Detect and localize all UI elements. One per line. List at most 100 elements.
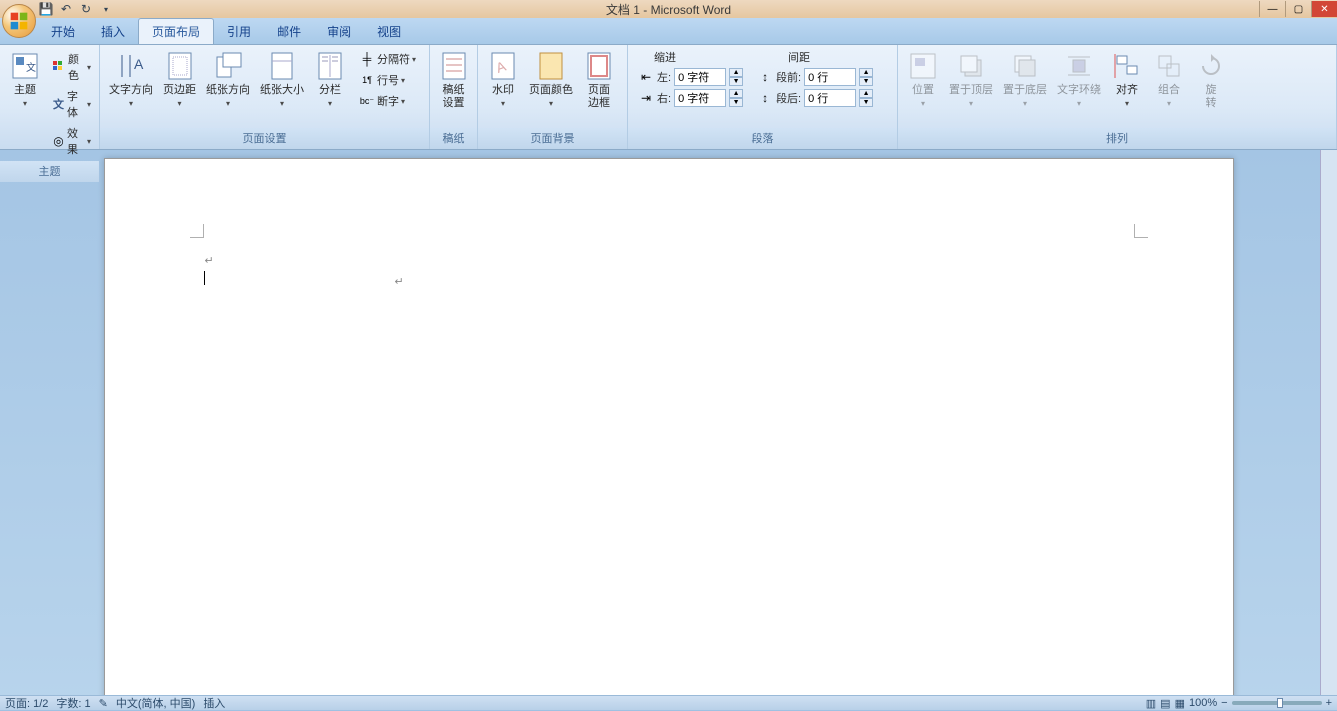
theme-colors-button[interactable]: 颜色 ▾ (48, 49, 95, 85)
indent-right-up[interactable]: ▲ (729, 89, 743, 98)
group-objects-button[interactable]: 组合▾ (1148, 47, 1190, 113)
bring-front-button[interactable]: 置于顶层 ▾ (944, 47, 998, 113)
chevron-down-icon: ▾ (969, 99, 973, 108)
space-after-down[interactable]: ▼ (859, 98, 873, 107)
text-direction-button[interactable]: A 文字方向▾ (104, 47, 158, 113)
indent-right-down[interactable]: ▼ (729, 98, 743, 107)
tab-page-layout[interactable]: 页面布局 (138, 18, 214, 44)
status-spellcheck-icon[interactable]: ✎ (99, 697, 108, 710)
page-color-button[interactable]: 页面颜色▾ (524, 47, 578, 113)
document-page[interactable]: ↵ ↵ (104, 158, 1234, 695)
paragraph-mark: ↵ (395, 275, 404, 288)
zoom-thumb[interactable] (1277, 698, 1283, 708)
vertical-scrollbar[interactable] (1320, 150, 1337, 695)
zoom-level[interactable]: 100% (1189, 697, 1217, 709)
page-size-icon (269, 51, 295, 81)
zoom-in-button[interactable]: + (1326, 697, 1332, 709)
zoom-slider[interactable] (1232, 701, 1322, 705)
rotate-icon (1197, 52, 1225, 80)
status-words[interactable]: 字数: 1 (56, 695, 90, 711)
page-color-label: 页面颜色 (529, 84, 573, 96)
rotate-button[interactable]: 旋 转 (1190, 47, 1232, 113)
minimize-button[interactable]: — (1259, 1, 1285, 17)
document-area[interactable]: ↵ ↵ (0, 150, 1337, 695)
manuscript-button[interactable]: 稿纸 设置 (433, 47, 475, 113)
page-borders-icon (586, 51, 612, 81)
chevron-down-icon: ▾ (226, 99, 230, 108)
align-button[interactable]: 对齐▾ (1106, 47, 1148, 113)
close-button[interactable]: ✕ (1311, 1, 1337, 17)
page-borders-button[interactable]: 页面 边框 (578, 47, 620, 113)
watermark-button[interactable]: A 水印▾ (482, 47, 524, 113)
space-after-up[interactable]: ▲ (859, 89, 873, 98)
orientation-button[interactable]: 纸张方向▾ (201, 47, 255, 113)
status-mode[interactable]: 插入 (203, 695, 225, 711)
text-wrap-button[interactable]: 文字环绕▾ (1052, 47, 1106, 113)
themes-button[interactable]: 文 主题▾ (4, 47, 46, 113)
margin-guide-tr (1134, 224, 1148, 238)
status-language[interactable]: 中文(简体, 中国) (116, 695, 195, 711)
tab-home[interactable]: 开始 (38, 19, 88, 44)
watermark-label: 水印 (492, 84, 514, 96)
send-back-button[interactable]: 置于底层▾ (998, 47, 1052, 113)
chevron-down-icon: ▾ (501, 99, 505, 108)
chevron-down-icon: ▾ (87, 100, 91, 109)
columns-button[interactable]: 分栏▾ (309, 47, 351, 113)
status-page[interactable]: 页面: 1/2 (5, 695, 48, 711)
group-paragraph: 缩进 间距 ⇤ 左: ▲▼ ⇥ 右: ▲▼ (628, 45, 898, 149)
group-manuscript: 稿纸 设置 稿纸 (430, 45, 478, 149)
line-numbers-button[interactable]: 1¶ 行号 ▾ (355, 70, 420, 90)
bring-front-label: 置于顶层 (949, 84, 993, 96)
send-back-icon (1011, 52, 1039, 80)
space-after-label: 段后: (776, 90, 801, 106)
text-direction-icon: A (116, 51, 146, 81)
margins-button[interactable]: 页边距▾ (158, 47, 201, 113)
maximize-button[interactable]: ▢ (1285, 1, 1311, 17)
page-color-icon (538, 51, 564, 81)
indent-left-up[interactable]: ▲ (729, 68, 743, 77)
group-theme: 文 主题▾ 颜色 ▾ 文 字体 ▾ ◎ 效果 ▾ (0, 45, 100, 149)
indent-right-icon: ⇥ (638, 90, 654, 106)
indent-header: 缩进 (654, 49, 676, 65)
group-arrange: 位置▾ 置于顶层 ▾ 置于底层▾ 文字环绕▾ 对齐▾ 组合▾ (898, 45, 1337, 149)
theme-fonts-button[interactable]: 文 字体 ▾ (48, 86, 95, 122)
qat-more-icon[interactable]: ▾ (98, 1, 114, 17)
chevron-down-icon: ▾ (87, 137, 91, 146)
ribbon-tabs: 开始 插入 页面布局 引用 邮件 审阅 视图 (0, 18, 1337, 45)
space-before-down[interactable]: ▼ (859, 77, 873, 86)
undo-icon[interactable]: ↶ (58, 1, 74, 17)
indent-left-input[interactable] (674, 68, 726, 86)
redo-icon[interactable]: ↻ (78, 1, 94, 17)
tab-review[interactable]: 审阅 (314, 19, 364, 44)
tab-insert[interactable]: 插入 (88, 19, 138, 44)
view-web-icon[interactable]: ▦ (1175, 697, 1185, 710)
position-icon (909, 52, 937, 80)
space-before-label: 段前: (776, 69, 801, 85)
tab-mailings[interactable]: 邮件 (264, 19, 314, 44)
breaks-button[interactable]: ╪ 分隔符 ▾ (355, 49, 420, 69)
tab-view[interactable]: 视图 (364, 19, 414, 44)
hyphenation-button[interactable]: bc⁻ 断字 ▾ (355, 91, 420, 111)
group-label-page-bg: 页面背景 (478, 128, 627, 149)
paragraph-mark: ↵ (205, 254, 214, 267)
space-before-input[interactable] (804, 68, 856, 86)
space-after-input[interactable] (804, 89, 856, 107)
tab-references[interactable]: 引用 (214, 19, 264, 44)
save-icon[interactable]: 💾 (38, 1, 54, 17)
chevron-down-icon: ▾ (1167, 99, 1171, 108)
position-button[interactable]: 位置▾ (902, 47, 944, 113)
view-reading-icon[interactable]: ▤ (1160, 697, 1170, 710)
space-before-up[interactable]: ▲ (859, 68, 873, 77)
indent-left-down[interactable]: ▼ (729, 77, 743, 86)
manuscript-label: 稿纸 设置 (443, 84, 465, 110)
page-size-button[interactable]: 纸张大小▾ (255, 47, 309, 113)
view-print-layout-icon[interactable]: ▥ (1146, 697, 1156, 710)
chevron-down-icon: ▾ (412, 55, 416, 64)
zoom-out-button[interactable]: − (1221, 697, 1227, 709)
margin-guide-tl (190, 224, 204, 238)
chevron-down-icon: ▾ (87, 63, 91, 72)
indent-right-input[interactable] (674, 89, 726, 107)
group-icon (1155, 52, 1183, 80)
orientation-icon (213, 51, 243, 81)
office-button[interactable] (2, 4, 36, 38)
